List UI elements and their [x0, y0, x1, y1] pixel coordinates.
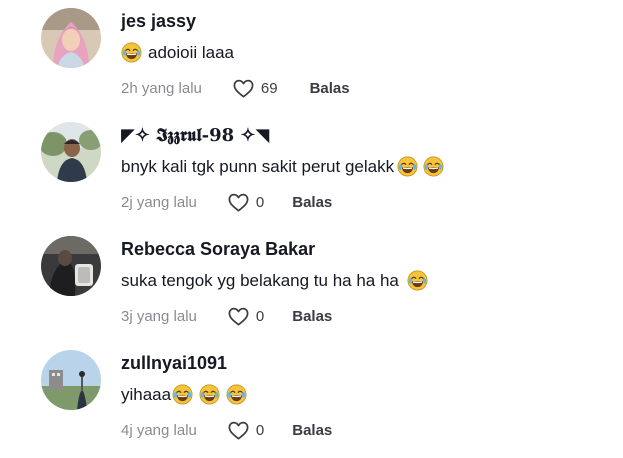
heart-outline-icon [227, 191, 250, 214]
heart-outline-icon [232, 77, 255, 100]
like-count: 0 [255, 421, 265, 439]
woman-in-hijab-avatar[interactable] [41, 8, 101, 68]
reply-button[interactable]: Balas [292, 422, 332, 439]
comment-username[interactable]: ◤✧ 𝕴𝖟𝖟𝖗𝖚𝖑-98 ✧◥ [121, 125, 269, 146]
comment-username[interactable]: Rebecca Soraya Bakar [121, 239, 315, 260]
comment-item: jes jassy adoioii laaa 2h yang lalu 69 B… [0, 0, 623, 110]
comment-text-content: yihaaa [121, 384, 172, 404]
face-with-tears-of-joy-emoji [172, 384, 193, 405]
heart-outline-icon [227, 305, 250, 328]
comment-item: ◤✧ 𝕴𝖟𝖟𝖗𝖚𝖑-98 ✧◥ bnyk kali tgk punn sakit… [0, 114, 623, 224]
like-count: 0 [255, 193, 265, 211]
like-button[interactable]: 0 [227, 191, 264, 214]
comment-timestamp: 2j yang lalu [121, 193, 197, 211]
comment-meta: 4j yang lalu 0 Balas [121, 419, 332, 441]
sky-field-avatar[interactable] [41, 350, 101, 410]
face-with-tears-of-joy-emoji [423, 156, 444, 177]
like-button[interactable]: 69 [232, 77, 278, 100]
reply-button[interactable]: Balas [292, 194, 332, 211]
face-with-tears-of-joy-emoji [407, 270, 428, 291]
comment-text: suka tengok yg belakang tu ha ha ha [121, 270, 428, 291]
face-with-tears-of-joy-emoji [199, 384, 220, 405]
comment-timestamp: 3j yang lalu [121, 307, 197, 325]
comment-text-content: suka tengok yg belakang tu ha ha ha [121, 270, 399, 290]
reply-button[interactable]: Balas [310, 80, 350, 97]
like-button[interactable]: 0 [227, 305, 264, 328]
comment-meta: 3j yang lalu 0 Balas [121, 305, 332, 327]
like-button[interactable]: 0 [227, 419, 264, 442]
reply-button[interactable]: Balas [292, 308, 332, 325]
like-count: 69 [260, 79, 278, 97]
comment-meta: 2j yang lalu 0 Balas [121, 191, 332, 213]
like-count: 0 [255, 307, 265, 325]
face-with-tears-of-joy-emoji [397, 156, 418, 177]
comment-meta: 2h yang lalu 69 Balas [121, 77, 350, 99]
heart-outline-icon [227, 419, 250, 442]
comment-username[interactable]: zullnyai1091 [121, 353, 227, 374]
comment-item: Rebecca Soraya Bakar suka tengok yg bela… [0, 228, 623, 338]
man-outdoors-avatar[interactable] [41, 122, 101, 182]
comment-text: bnyk kali tgk punn sakit perut gelakk [121, 156, 444, 177]
comment-username[interactable]: jes jassy [121, 11, 196, 32]
comment-text-content: bnyk kali tgk punn sakit perut gelakk [121, 156, 395, 176]
comment-text-content: adoioii laaa [148, 42, 235, 62]
comment-text: yihaaa [121, 384, 247, 405]
face-with-tears-of-joy-emoji [226, 384, 247, 405]
dark-photo-avatar[interactable] [41, 236, 101, 296]
face-with-tears-of-joy-emoji [121, 42, 142, 63]
comment-timestamp: 4j yang lalu [121, 421, 197, 439]
comment-text: adoioii laaa [121, 42, 234, 63]
comment-timestamp: 2h yang lalu [121, 79, 202, 97]
comment-item: zullnyai1091 yihaaa 4j yang lalu 0 Balas [0, 342, 623, 452]
